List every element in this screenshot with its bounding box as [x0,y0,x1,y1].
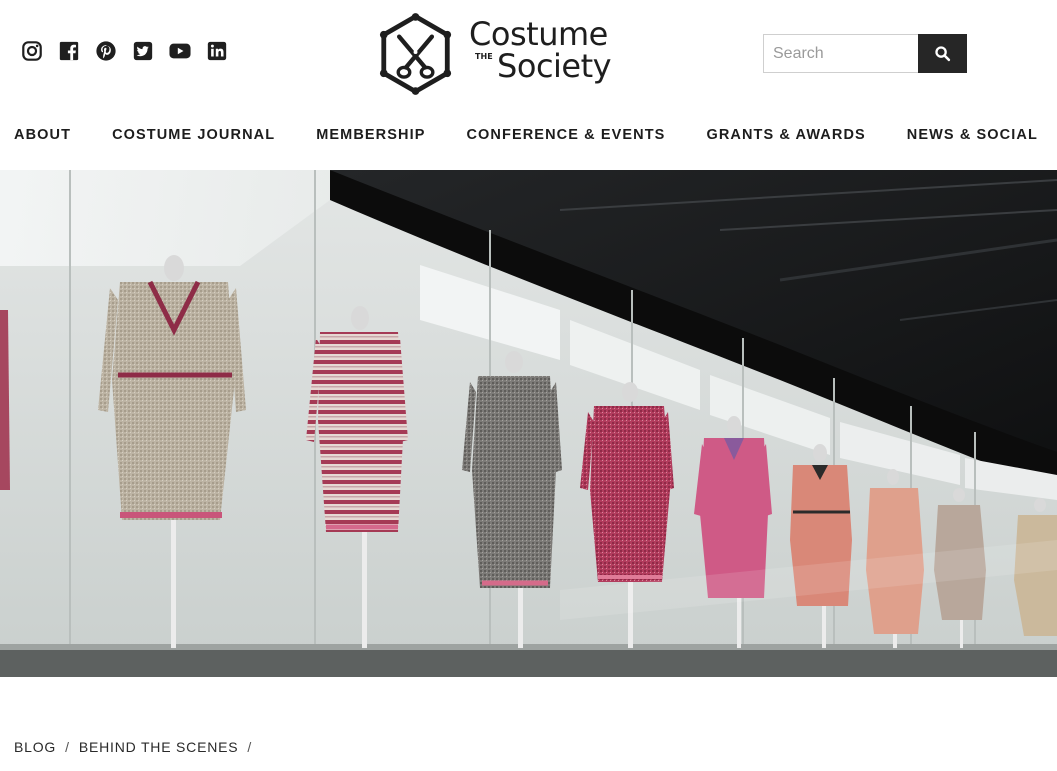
logo-wordmark: Costume THE Society [469,14,623,94]
twitter-icon[interactable] [132,40,154,62]
nav-item-costume-journal[interactable]: COSTUME JOURNAL [112,127,275,143]
breadcrumb-separator: / [247,739,253,755]
breadcrumb-item-behind-the-scenes[interactable]: BEHIND THE SCENES [79,739,239,755]
search-form [763,34,967,73]
nav-item-about[interactable]: ABOUT [14,127,71,143]
main-nav: ABOUT COSTUME JOURNAL MEMBERSHIP CONFERE… [0,104,1057,170]
exhibition-mannequins-photo [0,170,1057,677]
instagram-icon[interactable] [21,40,43,62]
youtube-icon[interactable] [169,40,191,62]
logo-line-society: Society [497,47,612,85]
facebook-icon[interactable] [58,40,80,62]
linkedin-icon[interactable] [206,40,228,62]
logo-line-the: THE [475,52,493,61]
site-header: Costume THE Society [0,0,1057,104]
site-logo[interactable]: Costume THE Society [378,12,623,96]
costume-society-emblem-icon [379,13,452,95]
search-button[interactable] [918,34,967,73]
breadcrumb-item-blog[interactable]: BLOG [14,739,56,755]
search-input[interactable] [763,34,918,73]
breadcrumb: BLOG / BEHIND THE SCENES / [14,739,252,755]
nav-item-membership[interactable]: MEMBERSHIP [316,127,425,143]
nav-item-conference-events[interactable]: CONFERENCE & EVENTS [466,127,665,143]
social-links [21,40,228,62]
nav-item-grants-awards[interactable]: GRANTS & AWARDS [706,127,865,143]
breadcrumb-separator: / [65,739,70,755]
pinterest-icon[interactable] [95,40,117,62]
hero-image [0,170,1057,677]
search-icon [935,46,951,62]
nav-item-news-social[interactable]: NEWS & SOCIAL [907,127,1038,143]
